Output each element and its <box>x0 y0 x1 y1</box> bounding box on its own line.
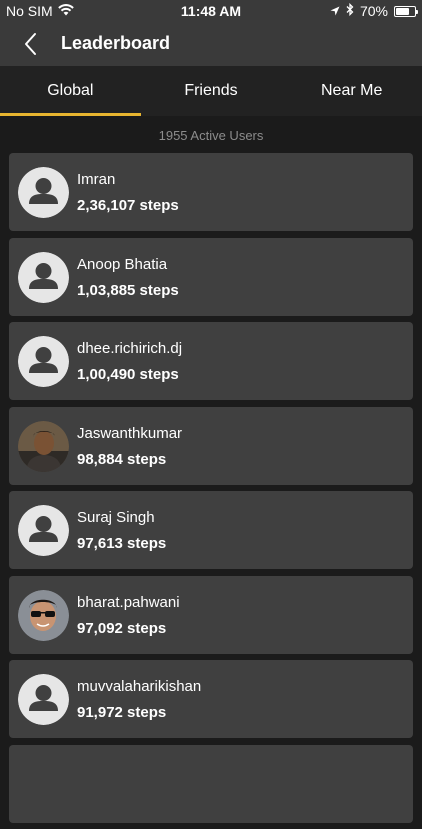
list-item[interactable]: Anoop Bhatia 1,03,885 steps <box>9 237 413 316</box>
list-item[interactable]: Imran 2,36,107 steps <box>9 153 413 231</box>
battery-icon <box>394 5 418 17</box>
default-avatar-icon <box>18 251 69 303</box>
user-photo-avatar <box>18 589 69 641</box>
nav-bar: Leaderboard <box>0 22 422 66</box>
status-bar: No SIM 11:48 AM 70% <box>0 0 422 22</box>
user-name: Imran <box>77 171 116 188</box>
user-photo-avatar <box>18 420 69 472</box>
user-name: muvvalaharikishan <box>77 678 202 695</box>
list-item[interactable]: Suraj Singh 97,613 steps <box>9 491 413 569</box>
tab-near-me[interactable]: Near Me <box>281 66 422 116</box>
back-button[interactable] <box>18 30 48 58</box>
user-name: Anoop Bhatia <box>77 255 168 273</box>
user-steps: 98,884 steps <box>77 450 167 468</box>
list-item[interactable]: dhee.richirich.dj 1,00,490 steps <box>9 322 413 400</box>
user-name: Suraj Singh <box>77 509 155 526</box>
default-avatar-icon <box>18 505 69 556</box>
chevron-left-icon <box>25 33 36 55</box>
user-steps: 1,03,885 steps <box>77 281 179 299</box>
list-item[interactable]: Jaswanthkumar 98,884 steps <box>9 406 413 485</box>
list-item[interactable]: bharat.pahwani 97,092 steps <box>9 575 413 654</box>
user-name: Jaswanthkumar <box>77 424 183 442</box>
default-avatar-icon <box>18 674 69 725</box>
user-steps: 97,613 steps <box>77 535 167 552</box>
user-name: bharat.pahwani <box>77 593 180 611</box>
user-name: dhee.richirich.dj <box>77 340 183 357</box>
bluetooth-icon <box>346 2 354 19</box>
tab-global[interactable]: Global <box>0 66 141 116</box>
page-title: Leaderboard <box>61 33 171 53</box>
default-avatar-icon <box>18 336 69 387</box>
tab-friends[interactable]: Friends <box>141 66 282 116</box>
user-steps: 91,972 steps <box>77 704 167 721</box>
leaderboard-list: Imran 2,36,107 steps Anoop Bhatia 1,03,8… <box>9 153 413 829</box>
list-item[interactable]: muvvalaharikishan 91,972 steps <box>9 660 413 738</box>
battery-percent: 70% <box>359 3 388 19</box>
battery-fill <box>396 7 409 15</box>
active-users-count: 1955 Active Users <box>158 128 264 143</box>
tab-bar: Global Friends Near Me <box>0 66 422 116</box>
status-right: 70% <box>330 2 418 19</box>
list-item-partial[interactable] <box>9 744 413 823</box>
location-arrow-icon <box>330 3 340 19</box>
user-steps: 97,092 steps <box>77 619 167 637</box>
default-avatar-icon <box>18 167 69 218</box>
user-steps: 2,36,107 steps <box>77 197 179 214</box>
user-steps: 1,00,490 steps <box>77 366 179 383</box>
